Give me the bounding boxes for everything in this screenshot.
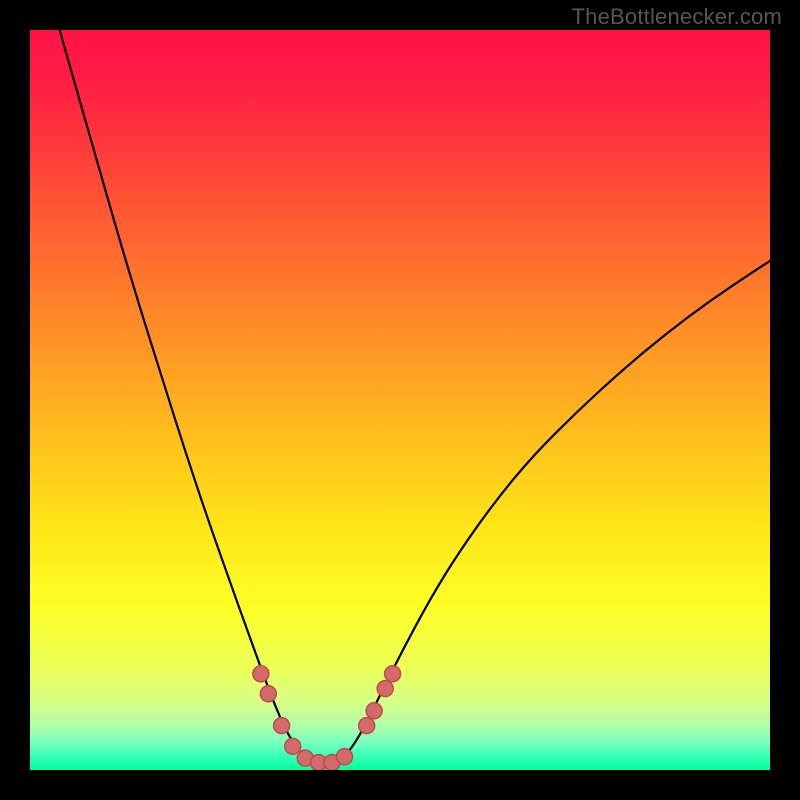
marker-dot	[253, 666, 269, 682]
marker-dot	[260, 686, 276, 702]
plot-area	[30, 30, 770, 770]
marker-dot	[274, 718, 290, 734]
marker-dot	[359, 718, 375, 734]
chart-frame: TheBottlenecker.com	[0, 0, 800, 800]
marker-dot	[366, 703, 382, 719]
marker-dot	[377, 681, 393, 697]
marker-dot	[337, 749, 353, 765]
marker-dots	[30, 30, 770, 770]
watermark-text: TheBottlenecker.com	[572, 4, 782, 30]
marker-dot	[285, 738, 301, 754]
marker-dot	[385, 666, 401, 682]
